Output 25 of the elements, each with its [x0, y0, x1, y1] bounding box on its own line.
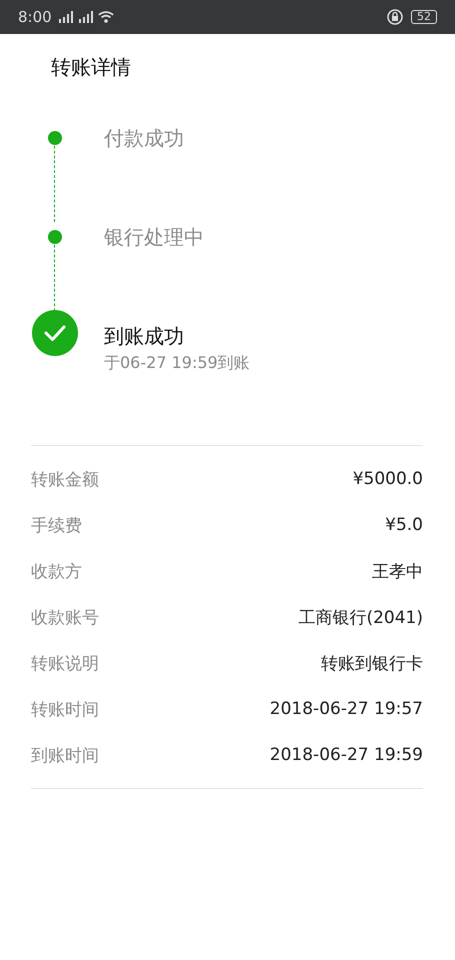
step-detail: 于06-27 19:59到账	[104, 352, 250, 374]
detail-value: ¥5000.0	[352, 469, 423, 489]
detail-label: 到账时间	[31, 744, 99, 766]
detail-value: 王孝中	[372, 560, 423, 582]
battery-level: 52	[411, 10, 437, 24]
signal-icon	[78, 11, 94, 23]
step-label: 银行处理中	[104, 224, 204, 251]
detail-label: 转账金额	[31, 468, 99, 490]
detail-value: 转账到银行卡	[321, 652, 423, 674]
detail-value: 工商银行(2041)	[298, 606, 423, 628]
page-title: 转账详情	[51, 55, 131, 79]
detail-value: 2018-06-27 19:59	[270, 745, 423, 765]
detail-value: ¥5.0	[385, 515, 423, 535]
step-label: 付款成功	[104, 125, 184, 152]
detail-label: 收款账号	[31, 606, 99, 628]
signal-icon	[58, 11, 74, 23]
detail-value: 2018-06-27 19:57	[270, 699, 423, 719]
wifi-icon	[98, 11, 114, 23]
detail-label: 手续费	[31, 514, 82, 536]
detail-label: 收款方	[31, 560, 82, 582]
detail-label: 转账说明	[31, 652, 99, 674]
lock-icon	[387, 9, 403, 25]
step-label: 到账成功	[104, 323, 185, 350]
clock-time: 8:00	[18, 8, 52, 26]
detail-label: 转账时间	[31, 698, 99, 720]
